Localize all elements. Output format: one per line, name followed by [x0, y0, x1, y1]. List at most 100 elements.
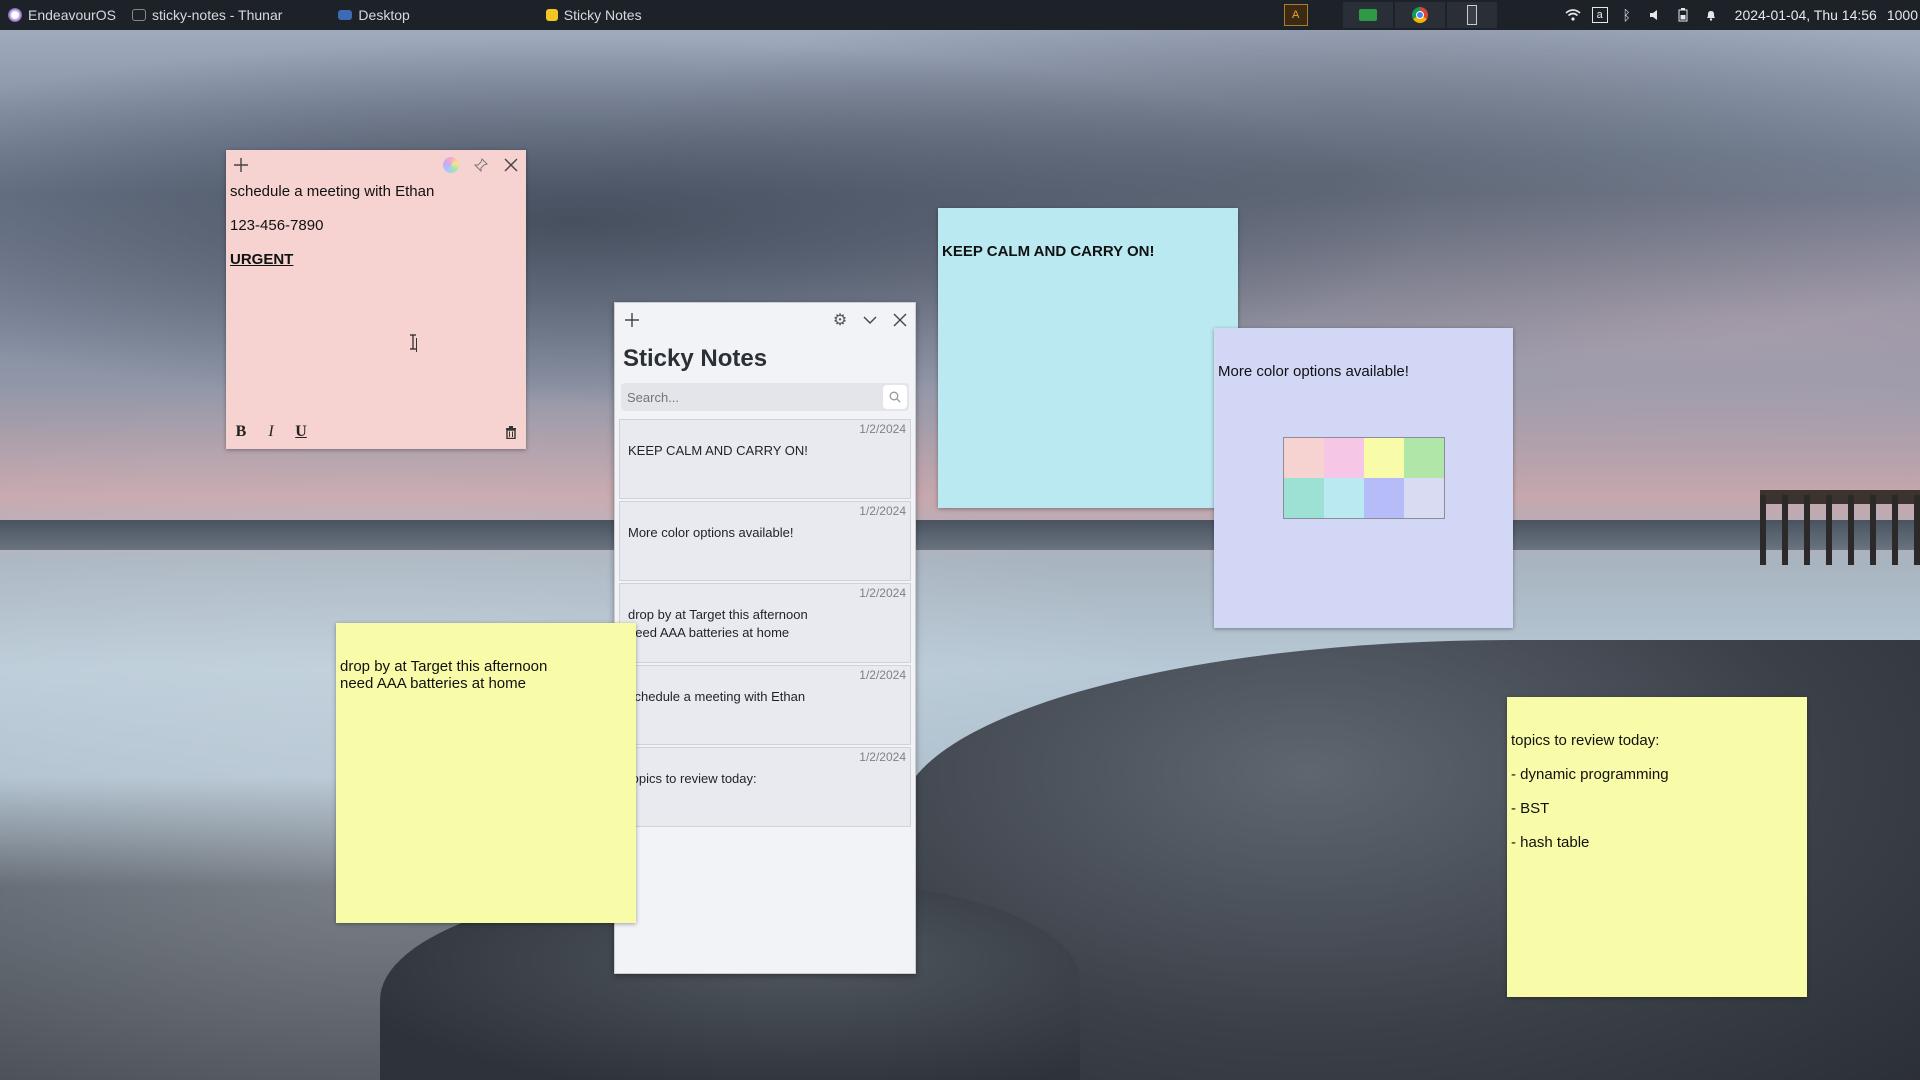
pin-icon [474, 158, 488, 172]
system-monitor-icon [1358, 9, 1377, 21]
plus-icon [234, 158, 248, 172]
entry-text: KEEP CALM AND CARRY ON! [628, 443, 808, 458]
plus-icon [625, 313, 639, 327]
color-wheel-icon [443, 157, 459, 173]
battery-icon[interactable] [1674, 6, 1692, 24]
entry-text: schedule a meeting with Ethan [628, 689, 806, 704]
sticky-note-blue[interactable]: KEEP CALM AND CARRY ON! [938, 208, 1238, 508]
color-picker-button[interactable] [440, 154, 462, 176]
bold-button[interactable]: B [230, 421, 252, 443]
pin-button[interactable] [470, 154, 492, 176]
tray-app-chrome[interactable] [1394, 2, 1445, 28]
note-line: topics to review today: [1511, 732, 1660, 749]
list-item[interactable]: 1/2/2024 drop by at Target this afternoo… [619, 583, 911, 663]
bluetooth-icon[interactable]: ᛒ [1618, 6, 1636, 24]
tray-app-monitor[interactable] [1342, 2, 1393, 28]
collapse-button[interactable] [859, 309, 881, 331]
sticky-note-pink[interactable]: schedule a meeting with Ethan 123-456-78… [226, 150, 526, 449]
tray-app-text-editor[interactable]: A [1271, 2, 1321, 28]
note-line: - BST [1511, 800, 1550, 817]
delete-note-button[interactable] [500, 421, 522, 443]
start-label: EndeavourOS [28, 7, 116, 23]
swatch-lavender[interactable] [1404, 478, 1444, 518]
taskbar: EndeavourOS sticky-notes - Thunar Deskto… [0, 0, 1920, 30]
entry-date: 1/2/2024 [859, 504, 906, 518]
window-label: Sticky Notes [563, 7, 642, 23]
note-line: drop by at Target this afternoon [340, 658, 548, 675]
start-menu-button[interactable]: EndeavourOS [0, 0, 124, 30]
note-text: More color options available! [1218, 363, 1409, 380]
underline-button[interactable]: U [290, 421, 312, 443]
notification-bell-icon[interactable] [1702, 6, 1720, 24]
sticky-note-yellow-errands[interactable]: drop by at Target this afternoon need AA… [336, 623, 636, 923]
search-bar [621, 383, 909, 411]
swatch-pink[interactable] [1284, 438, 1324, 478]
taskbar-window-sticky-notes[interactable]: Sticky Notes [538, 0, 650, 30]
sticky-notes-icon [545, 9, 558, 21]
note-line: - dynamic programming [1511, 766, 1669, 783]
sticky-note-yellow-topics[interactable]: topics to review today: - dynamic progra… [1507, 697, 1807, 997]
chevron-down-icon [863, 316, 877, 324]
gear-icon: ⚙ [832, 312, 848, 329]
entry-date: 1/2/2024 [859, 750, 906, 764]
close-icon [504, 158, 518, 172]
list-item[interactable]: 1/2/2024 topics to review today: [619, 747, 911, 827]
note-line-urgent: URGENT [230, 251, 294, 268]
terminal-icon [1466, 5, 1477, 25]
list-item[interactable]: 1/2/2024 schedule a meeting with Ethan [619, 665, 911, 745]
volume-icon[interactable] [1646, 6, 1664, 24]
swatch-magenta[interactable] [1324, 438, 1364, 478]
settings-button[interactable]: ⚙ [829, 309, 851, 331]
wifi-icon[interactable] [1564, 6, 1582, 24]
manager-title: Sticky Notes [623, 345, 768, 372]
new-note-button[interactable] [621, 309, 643, 331]
trash-icon [506, 426, 516, 439]
entry-text: topics to review today: [628, 771, 757, 786]
folder-icon [131, 9, 146, 21]
wallpaper-pier-posts [1760, 495, 1920, 565]
swatch-blue[interactable] [1324, 478, 1364, 518]
keyboard-layout-icon[interactable]: a [1591, 7, 1608, 23]
taskbar-window-thunar[interactable]: sticky-notes - Thunar [124, 0, 290, 30]
wallpaper-shoreline [0, 520, 1920, 550]
note-text: KEEP CALM AND CARRY ON! [942, 243, 1155, 260]
note-line: schedule a meeting with Ethan [230, 183, 435, 200]
window-label: sticky-notes - Thunar [151, 7, 283, 23]
swatch-yellow[interactable] [1364, 438, 1404, 478]
swatch-green[interactable] [1404, 438, 1444, 478]
text-editor-icon: A [1283, 4, 1308, 26]
close-icon [893, 313, 907, 327]
close-note-button[interactable] [500, 154, 522, 176]
chrome-icon [1411, 7, 1428, 23]
taskbar-window-desktop[interactable]: Desktop [330, 0, 417, 30]
note-body[interactable]: schedule a meeting with Ethan 123-456-78… [230, 183, 520, 403]
entry-date: 1/2/2024 [859, 668, 906, 682]
endeavouros-logo-icon [8, 8, 22, 22]
tray-app-terminal[interactable] [1446, 2, 1497, 28]
desktop-icon [338, 10, 353, 20]
window-label: Desktop [358, 7, 410, 23]
new-note-button[interactable] [230, 154, 252, 176]
entry-text: drop by at Target this afternoon need AA… [628, 607, 808, 640]
search-input[interactable] [621, 383, 879, 411]
swatch-periwinkle[interactable] [1364, 478, 1404, 518]
mouse-ibeam-cursor [409, 334, 417, 350]
close-manager-button[interactable] [889, 309, 911, 331]
sticky-notes-manager: ⚙ Sticky Notes 1/2/2024 KEEP CALM AND CA… [614, 302, 916, 974]
search-icon [889, 391, 901, 403]
system-tray: A a ᛒ 2024-01-04, Thu 14:56 1000 [1271, 0, 1920, 30]
italic-button[interactable]: I [260, 421, 282, 443]
clock[interactable]: 2024-01-04, Thu 14:56 [1735, 7, 1877, 23]
notes-list: 1/2/2024 KEEP CALM AND CARRY ON! 1/2/202… [619, 419, 911, 829]
list-item[interactable]: 1/2/2024 KEEP CALM AND CARRY ON! [619, 419, 911, 499]
swatch-teal[interactable] [1284, 478, 1324, 518]
note-line: need AAA batteries at home [340, 675, 526, 692]
color-palette [1283, 437, 1445, 519]
list-item[interactable]: 1/2/2024 More color options available! [619, 501, 911, 581]
entry-date: 1/2/2024 [859, 422, 906, 436]
note-line: 123-456-7890 [230, 217, 324, 234]
entry-date: 1/2/2024 [859, 586, 906, 600]
tray-extra-value: 1000 [1886, 7, 1918, 23]
search-button[interactable] [883, 385, 907, 409]
sticky-note-lavender[interactable]: More color options available! [1214, 328, 1513, 628]
